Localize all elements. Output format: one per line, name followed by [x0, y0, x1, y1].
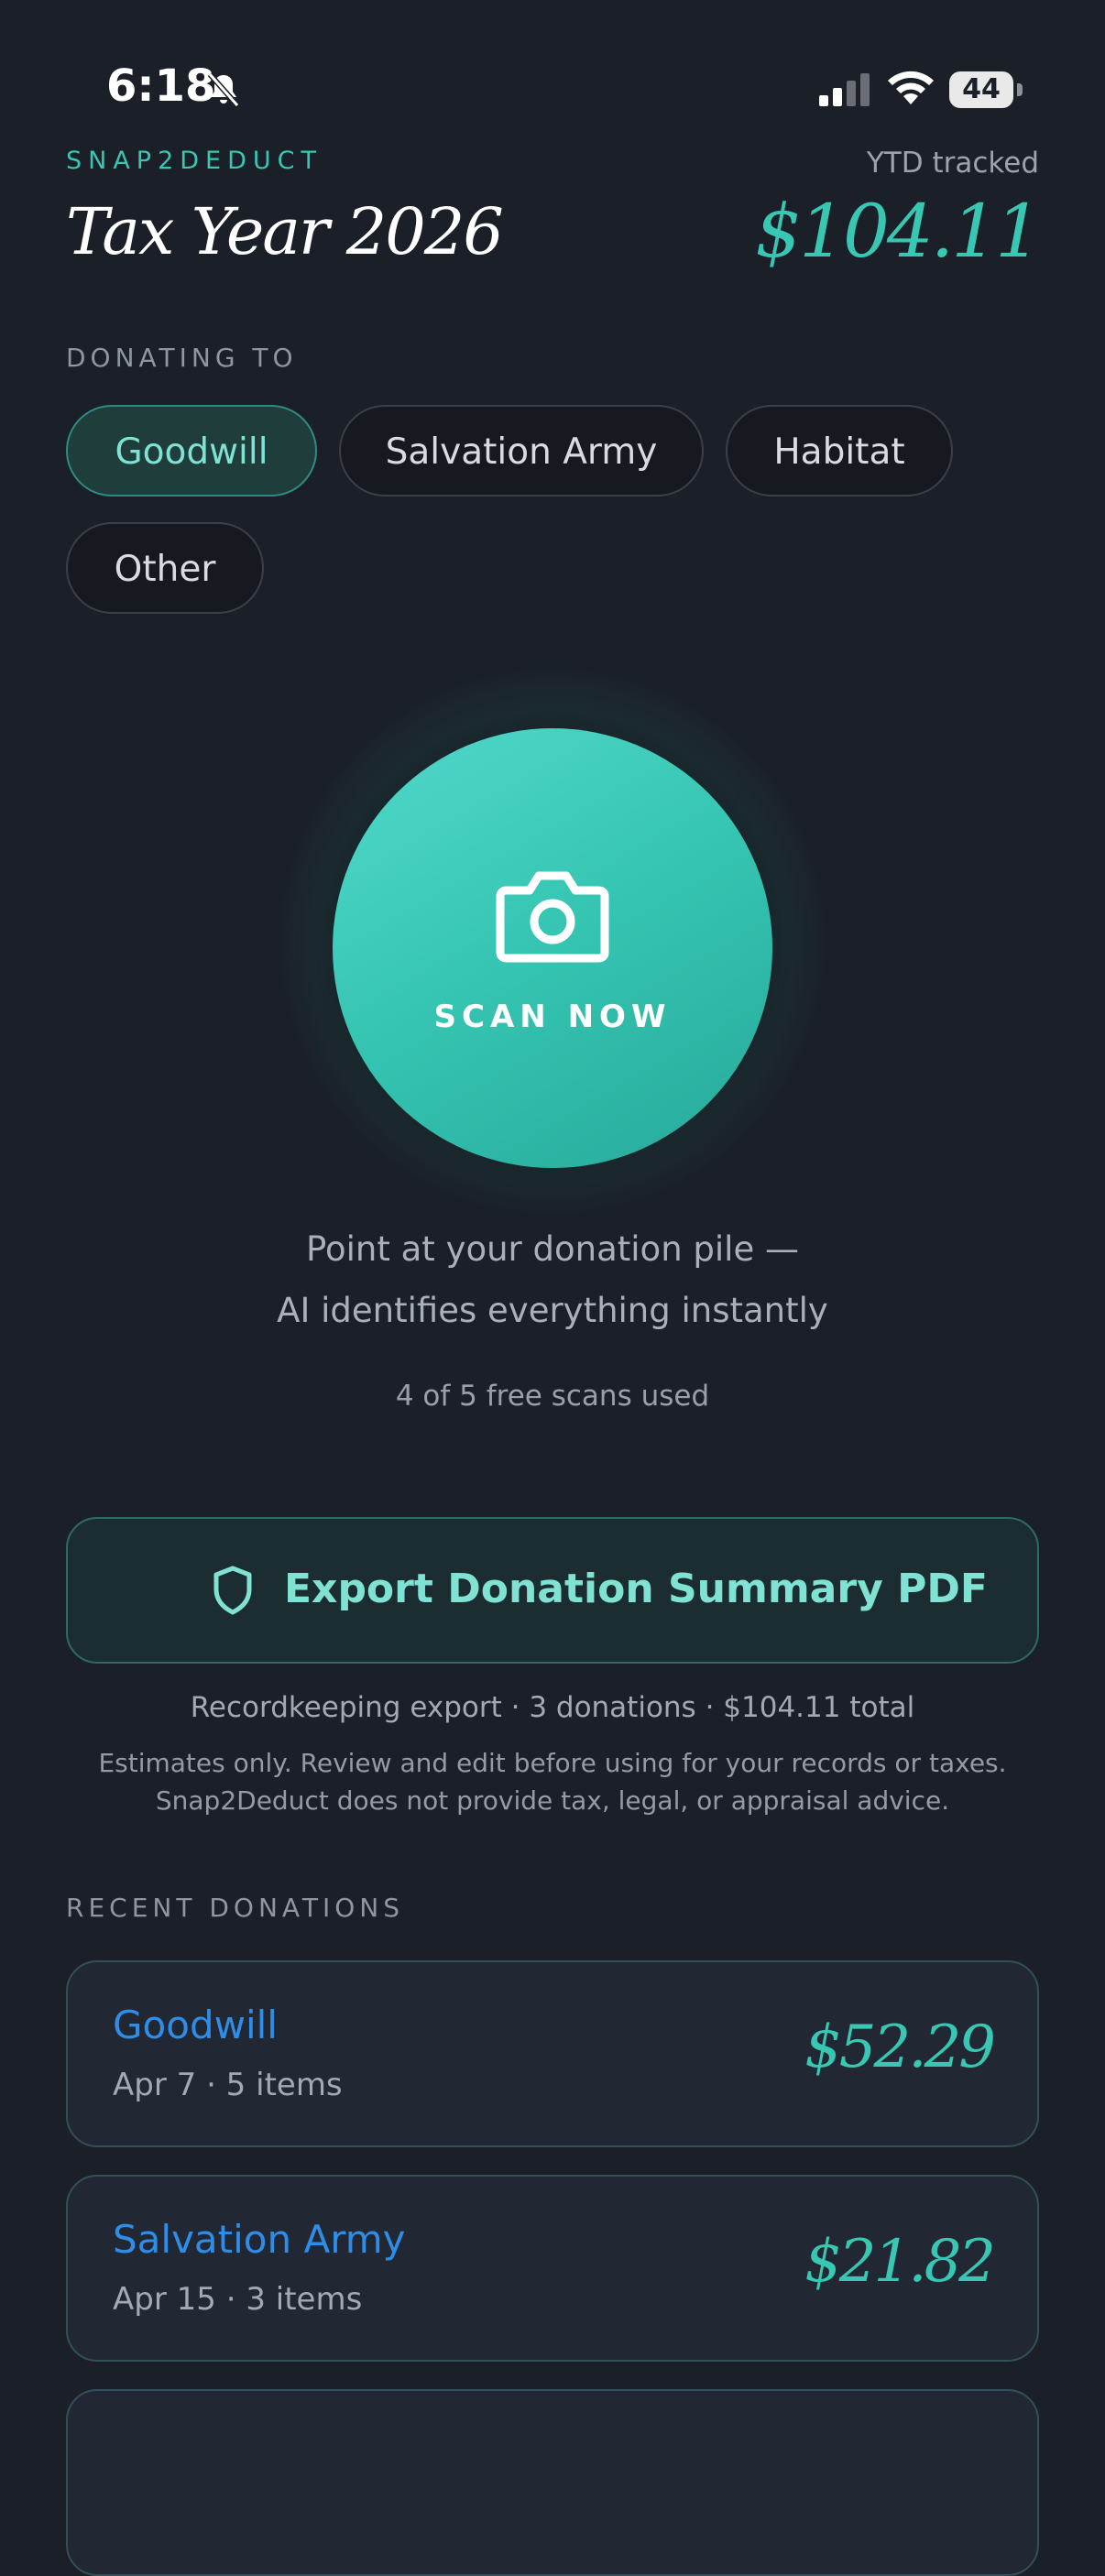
cellular-signal-icon [819, 73, 870, 106]
recent-donations-label: RECENT DONATIONS [66, 1893, 404, 1923]
donation-card-partial[interactable] [66, 2389, 1039, 2576]
export-pdf-label: Export Donation Summary PDF [284, 1566, 988, 1612]
charity-chip-habitat[interactable]: Habitat [726, 405, 953, 497]
wifi-icon [888, 71, 934, 104]
donation-meta: Apr 7 · 5 items [113, 2067, 343, 2103]
scan-hint-line-1: Point at your donation pile — [306, 1229, 799, 1269]
disclaimer-line-2: Snap2Deduct does not provide tax, legal,… [155, 1785, 950, 1816]
donation-org: Salvation Army [113, 2217, 406, 2262]
battery-level: 44 [962, 73, 1001, 105]
bell-slash-icon [207, 72, 240, 107]
disclaimer-line-1: Estimates only. Review and edit before u… [98, 1748, 1007, 1778]
ytd-label: YTD tracked [866, 147, 1039, 180]
app-brand: SNAP2DEDUCT [66, 147, 323, 175]
donation-meta: Apr 15 · 3 items [113, 2281, 363, 2318]
donation-amount: $52.29 [804, 2014, 996, 2081]
camera-icon [496, 871, 609, 963]
export-summary: Recordkeeping export · 3 donations · $10… [190, 1691, 915, 1724]
donation-amount: $21.82 [804, 2228, 996, 2296]
donation-org: Goodwill [113, 2003, 278, 2047]
charity-chip-salvation-army[interactable]: Salvation Army [339, 405, 704, 497]
charity-chip-goodwill[interactable]: Goodwill [66, 405, 317, 497]
shield-icon [213, 1566, 252, 1615]
scan-hint-line-2: AI identifies everything instantly [277, 1291, 828, 1330]
ytd-total: $104.11 [755, 189, 1042, 274]
page-title: Tax Year 2026 [66, 194, 504, 269]
scan-now-label: SCAN NOW [433, 999, 672, 1035]
status-time: 6:18 [106, 60, 216, 112]
battery-icon: 44 [949, 71, 1024, 108]
donating-to-label: DONATING TO [66, 343, 298, 373]
charity-chip-other[interactable]: Other [66, 522, 264, 614]
scan-usage-counter: 4 of 5 free scans used [395, 1380, 710, 1413]
